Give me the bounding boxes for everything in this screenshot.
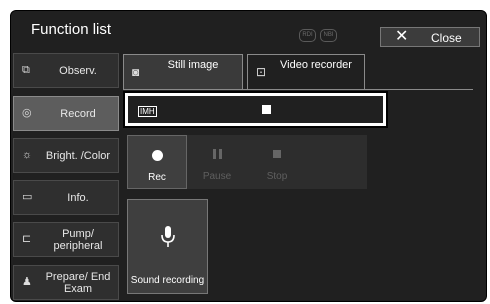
- sidebar-item-info[interactable]: ▭ Info.: [13, 180, 119, 215]
- pause-icon: [212, 149, 222, 159]
- stop-label: Stop: [266, 171, 288, 182]
- mode-badges: RDI NBI: [299, 29, 337, 42]
- info-icon: ▭: [22, 191, 33, 203]
- sidebar-item-label: Observ.: [59, 64, 97, 77]
- sidebar-item-label: Pump/ peripheral: [53, 227, 103, 252]
- close-icon: ✕: [395, 28, 409, 45]
- sidebar-item-pump-peripheral[interactable]: ⊏ Pump/ peripheral: [13, 222, 119, 257]
- sidebar-item-observ[interactable]: ⧉ Observ.: [13, 53, 119, 88]
- stop-button[interactable]: Stop: [247, 135, 307, 189]
- tab-label: Still image: [167, 59, 219, 71]
- sidebar: ⧉ Observ. ◎ Record ☼ Bright. /Color ▭ In…: [11, 49, 119, 301]
- pause-label: Pause: [202, 171, 232, 182]
- recorder-controls: Rec Pause Stop: [127, 135, 367, 189]
- rec-label: Rec: [148, 172, 166, 183]
- microphone-icon: [128, 226, 207, 250]
- tab-label: Video recorder: [280, 59, 352, 71]
- prepare-icon: ♟: [22, 276, 32, 288]
- rec-button[interactable]: Rec: [127, 135, 187, 189]
- pause-button[interactable]: Pause: [187, 135, 247, 189]
- sidebar-item-label: Prepare/ End Exam: [45, 270, 111, 295]
- observ-icon: ⧉: [22, 64, 30, 76]
- sound-recording-label: Sound recording: [130, 275, 205, 286]
- function-list-window: Function list RDI NBI ✕ Close ⧉ Observ. …: [10, 10, 487, 302]
- tab-divider: [123, 89, 473, 90]
- sidebar-item-prepare-end-exam[interactable]: ♟ Prepare/ End Exam: [13, 265, 119, 300]
- sidebar-item-record[interactable]: ◎ Record: [13, 96, 119, 131]
- stop-icon: [273, 150, 281, 158]
- tab-still-image[interactable]: ◙ Still image: [123, 54, 243, 90]
- sidebar-item-bright-color[interactable]: ☼ Bright. /Color: [13, 138, 119, 173]
- close-button[interactable]: ✕ Close: [380, 27, 480, 47]
- brightness-icon: ☼: [22, 149, 33, 161]
- tab-video-recorder[interactable]: ⊡ Video recorder: [247, 54, 365, 90]
- sidebar-item-label: Info.: [67, 191, 89, 204]
- recorder-status-inner: IMH: [128, 96, 383, 123]
- imh-label: IMH: [138, 106, 157, 117]
- nbi-badge: NBI: [320, 29, 337, 42]
- sidebar-item-label: Record: [60, 107, 96, 120]
- sound-recording-button[interactable]: Sound recording: [127, 199, 208, 294]
- stop-square-icon: [262, 105, 271, 114]
- close-label: Close: [431, 31, 462, 45]
- camera-icon: ◙: [132, 65, 140, 79]
- record-icon: ◎: [22, 107, 32, 119]
- window-title: Function list: [31, 21, 112, 38]
- video-recorder-icon: ⊡: [256, 65, 267, 79]
- title-bar: Function list RDI NBI ✕ Close: [11, 11, 486, 49]
- record-dot-icon: [151, 149, 163, 161]
- sidebar-item-label: Bright. /Color: [45, 149, 111, 162]
- rdi-badge: RDI: [299, 29, 316, 42]
- recorder-status-panel: IMH: [123, 91, 388, 128]
- pump-icon: ⊏: [22, 233, 32, 245]
